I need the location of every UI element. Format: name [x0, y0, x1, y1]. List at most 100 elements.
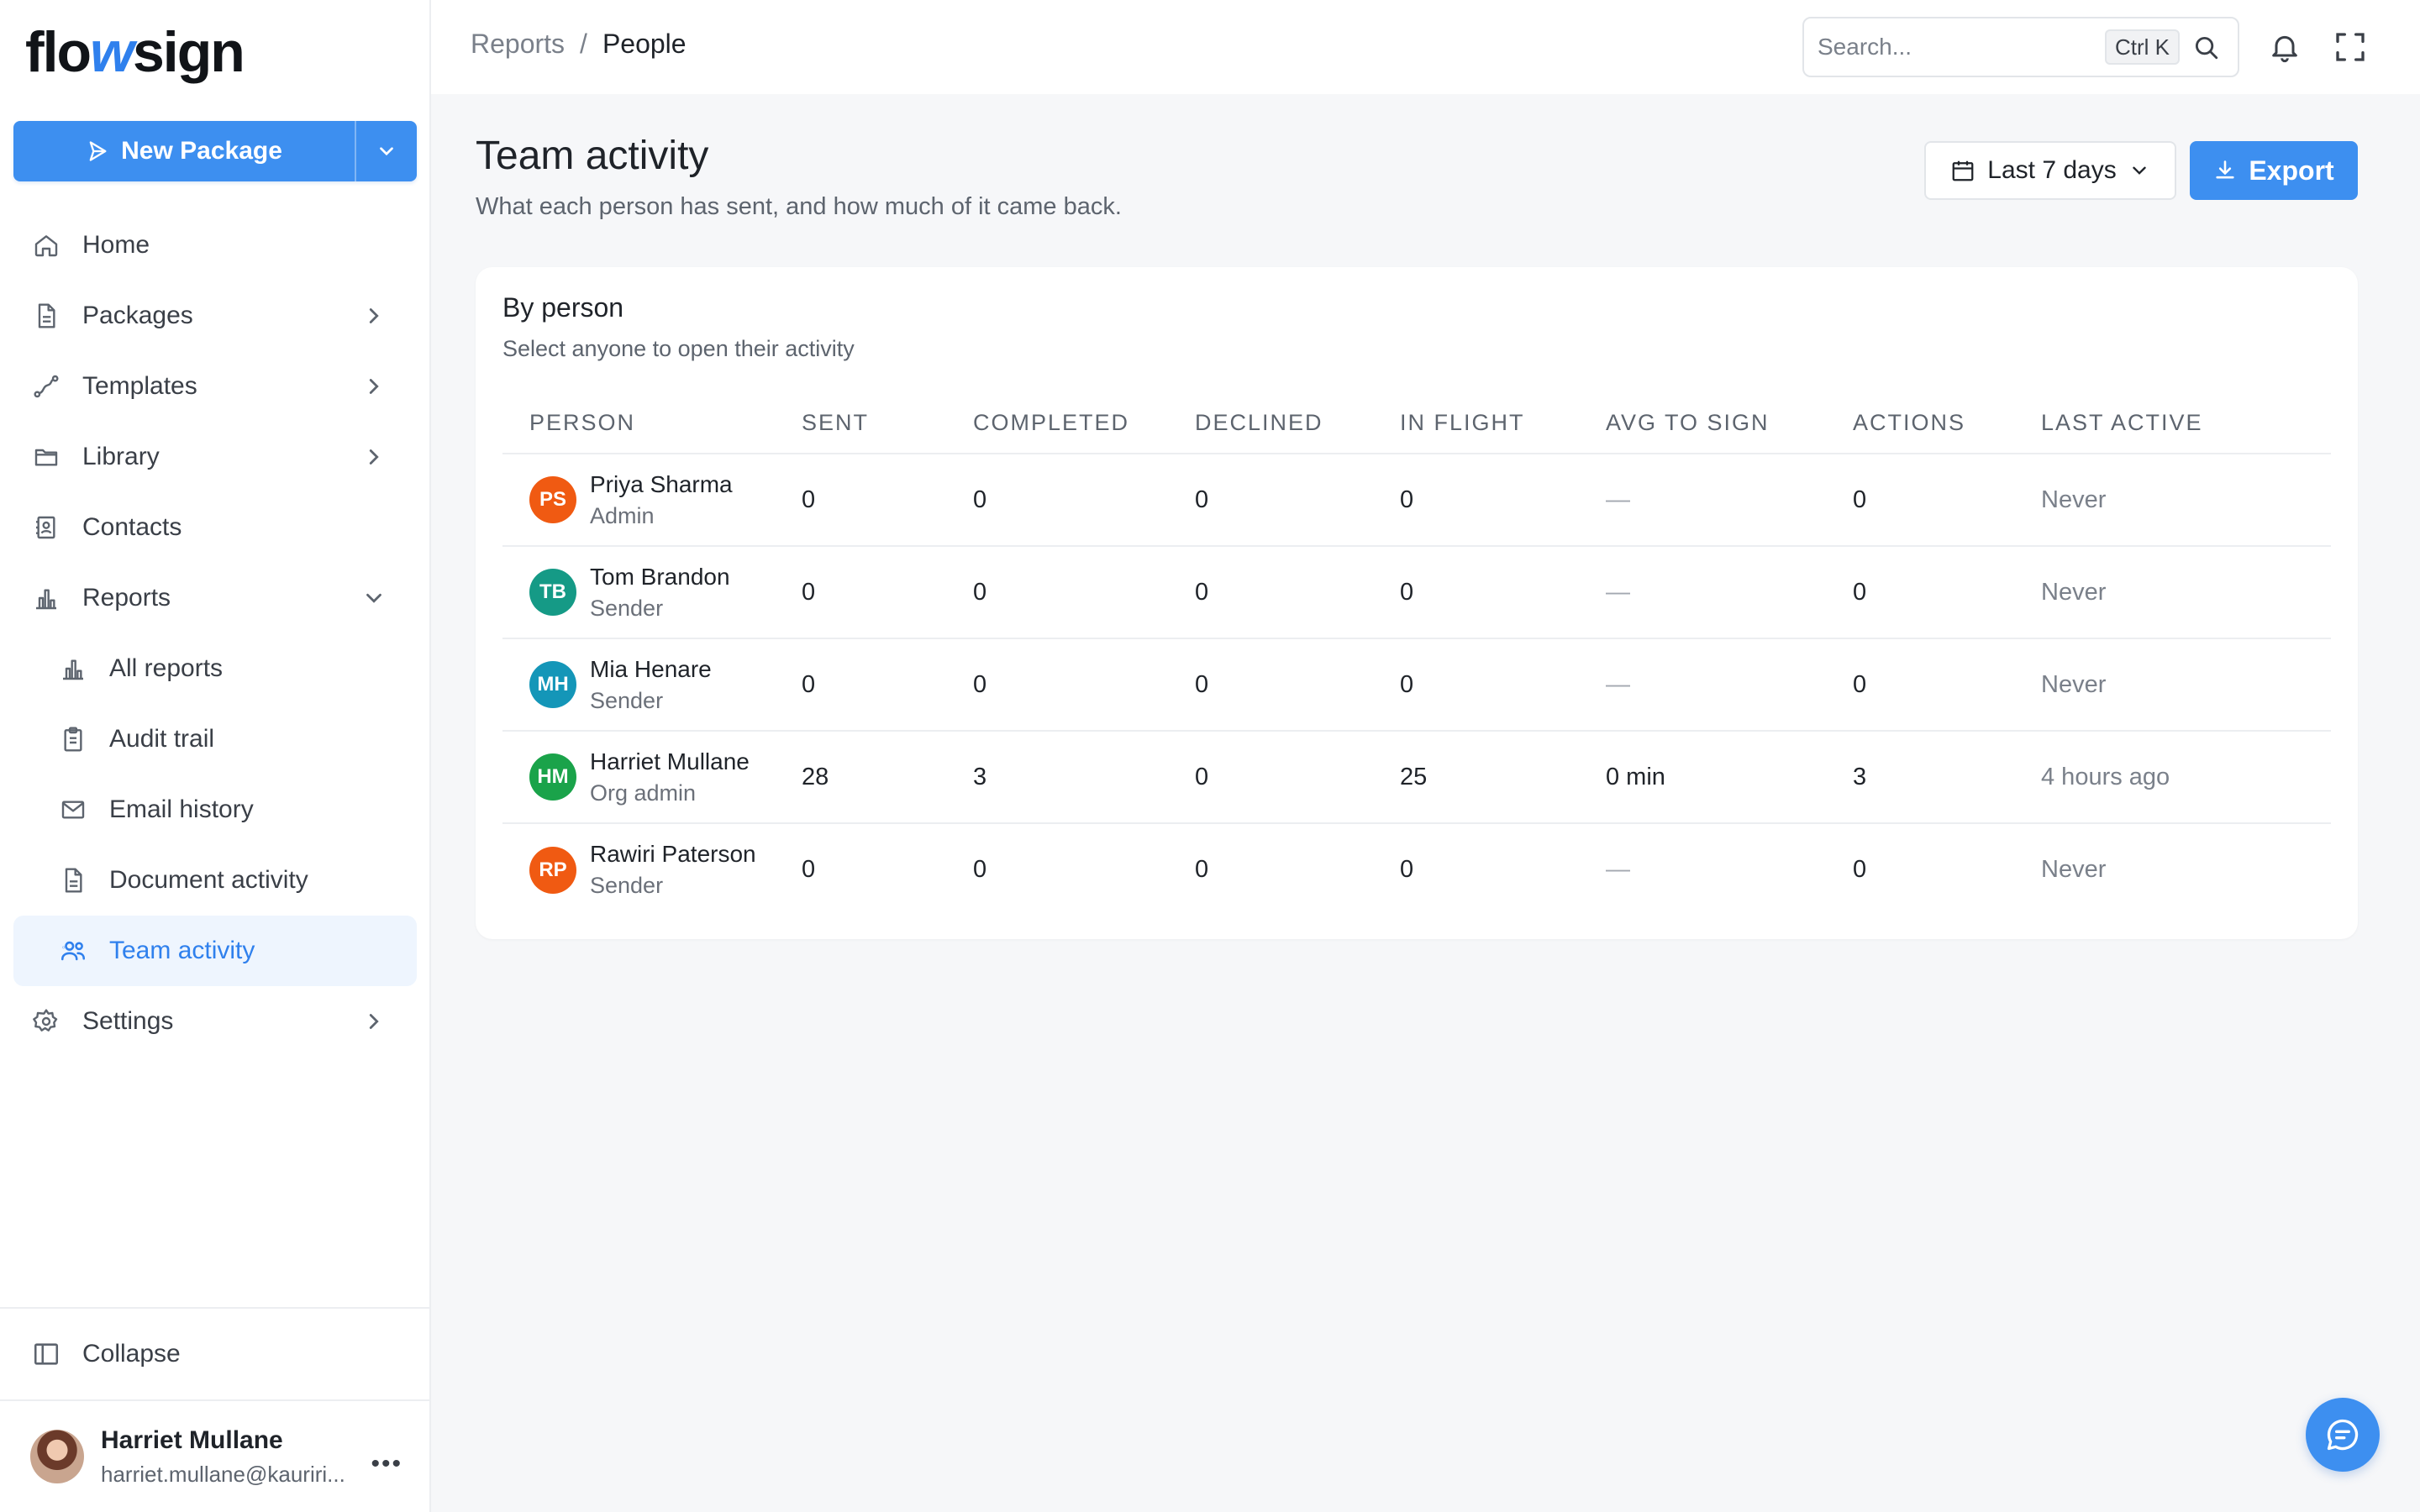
sidebar-item-templates[interactable]: Templates	[13, 351, 417, 422]
sidebar-item-label: Settings	[82, 1007, 174, 1035]
sent-cell: 0	[802, 546, 973, 639]
date-range-label: Last 7 days	[1987, 156, 2117, 184]
send-icon	[89, 141, 107, 161]
sidebar-item-settings[interactable]: Settings	[13, 986, 417, 1057]
sidebar-item-email-history[interactable]: Email history	[13, 774, 417, 845]
breadcrumb-separator: /	[580, 29, 587, 59]
sidebar-item-reports[interactable]: Reports	[13, 563, 417, 633]
top-bar: Reports / People Ctrl K	[431, 0, 2420, 94]
page-title: Team activity	[476, 134, 709, 178]
sidebar-item-team-activity[interactable]: Team activity	[13, 916, 417, 986]
search-shortcut-badge: Ctrl K	[2105, 29, 2180, 65]
sidebar-item-audit-trail[interactable]: Audit trail	[13, 704, 417, 774]
folder-icon	[34, 449, 58, 466]
person-avatar: HM	[529, 753, 576, 801]
declined-cell: 0	[1195, 731, 1400, 824]
in-flight-cell: 0	[1400, 638, 1606, 732]
fullscreen-icon[interactable]	[2333, 30, 2367, 64]
sidebar-item-all-reports[interactable]: All reports	[13, 633, 417, 704]
search-box: Ctrl K	[1802, 17, 2239, 77]
logo-text-3: sign	[132, 20, 245, 84]
sidebar-item-document-activity[interactable]: Document activity	[13, 845, 417, 916]
declined-cell: 0	[1195, 856, 1209, 883]
chevron-right-icon	[369, 449, 379, 465]
breadcrumb: Reports / People	[471, 29, 687, 60]
sidebar-item-library[interactable]: Library	[13, 422, 417, 492]
chevron-down-icon	[2133, 166, 2146, 175]
person-name: Priya Sharma	[590, 470, 733, 497]
avg-to-sign-cell: 0 min	[1606, 731, 1853, 824]
chat-button[interactable]	[2306, 1398, 2380, 1472]
team-activity-table: PERSON SENT COMPLETED DECLINED IN FLIGHT…	[502, 393, 2331, 916]
date-range-select[interactable]: Last 7 days	[1924, 141, 2176, 200]
table-row[interactable]: MH Mia Henare Sender 0 0 0 0—0 Never	[502, 638, 2331, 732]
calendar-icon	[1952, 160, 1974, 181]
person-avatar: MH	[529, 661, 576, 708]
new-package-button[interactable]: New Package	[13, 121, 356, 181]
sent-cell: 0	[802, 454, 973, 547]
new-package-menu-button[interactable]	[356, 121, 417, 181]
collapse-label: Collapse	[82, 1340, 181, 1368]
logo-text-1: flo	[25, 20, 92, 84]
person-role: Sender	[590, 595, 664, 621]
flowsign-logo[interactable]: flo w sign	[25, 18, 245, 86]
clipboard-icon	[64, 727, 82, 752]
chevron-right-icon	[369, 1014, 379, 1029]
user-profile[interactable]: Harriet Mullane harriet.mullane@kauriri.…	[0, 1401, 431, 1512]
sidebar-item-label: Team activity	[109, 937, 255, 964]
sidebar-item-label: Library	[82, 443, 160, 470]
search-input[interactable]	[1818, 34, 2103, 60]
export-label: Export	[2249, 155, 2334, 186]
collapse-sidebar-button[interactable]: Collapse	[0, 1307, 431, 1401]
person-avatar: TB	[529, 569, 576, 616]
in-flight-cell: 0	[1400, 546, 1606, 639]
table-row[interactable]: PS Priya Sharma Admin 0 0 0 0—0 Never	[502, 454, 2331, 547]
column-header-declined: DECLINED	[1195, 393, 1400, 454]
user-name: Harriet Mullane	[101, 1425, 283, 1454]
table-row[interactable]: HM Harriet Mullane Org admin 28 3 0 25 0 min 3 4 …	[502, 731, 2331, 824]
export-button[interactable]: Export	[2190, 141, 2358, 200]
column-header-avg-to-sign: AVG TO SIGN	[1606, 393, 1853, 454]
completed-cell: 3	[973, 731, 1195, 824]
breadcrumb-people: People	[602, 29, 687, 59]
gear-icon	[33, 1009, 58, 1032]
sidebar-toggle-icon	[34, 1343, 59, 1365]
completed-cell: 0	[973, 454, 1195, 547]
actions-cell: 0	[1853, 856, 1867, 883]
actions-cell: 0	[1853, 454, 2041, 547]
column-header-completed: COMPLETED	[973, 393, 1195, 454]
table-row[interactable]: RP Rawiri Paterson Sender 0 0 0 0 — 0 Never	[502, 823, 2331, 916]
actions-cell: 3	[1853, 731, 2041, 824]
chevron-down-icon	[380, 147, 393, 156]
bar-chart-icon	[63, 659, 83, 680]
sent-cell: 0	[802, 856, 816, 883]
sidebar-item-packages[interactable]: Packages	[13, 281, 417, 351]
logo-text-2: w	[90, 20, 134, 84]
sidebar-item-contacts[interactable]: Contacts	[13, 492, 417, 563]
column-header-last-active: LAST ACTIVE	[2041, 393, 2331, 454]
document-icon	[38, 303, 55, 328]
search-icon[interactable]	[2191, 33, 2220, 61]
sidebar-item-home[interactable]: Home	[13, 210, 417, 281]
completed-cell: 0	[973, 856, 987, 883]
notification-bell-icon[interactable]	[2268, 30, 2302, 64]
table-row[interactable]: TB Tom Brandon Sender 0 0 0 0—0 Never	[502, 546, 2331, 639]
sidebar-item-label: All reports	[109, 654, 224, 682]
download-icon	[2216, 160, 2234, 179]
card-title: By person	[502, 292, 624, 323]
person-name: Mia Henare	[590, 655, 712, 682]
avatar	[30, 1430, 84, 1483]
user-email: harriet.mullane@kauriri...	[101, 1461, 345, 1487]
actions-cell: 0	[1853, 638, 2041, 732]
last-active-cell: Never	[2041, 546, 2331, 639]
more-options-icon[interactable]: •••	[371, 1450, 402, 1478]
sidebar-item-label: Document activity	[109, 866, 308, 894]
breadcrumb-reports[interactable]: Reports	[471, 29, 565, 60]
person-role: Admin	[590, 502, 655, 528]
new-package-label: New Package	[121, 137, 282, 165]
declined-cell: 0	[1195, 638, 1400, 732]
in-flight-cell: 0	[1400, 454, 1606, 547]
person-role: Sender	[590, 687, 664, 713]
declined-cell: 0	[1195, 546, 1400, 639]
declined-cell: 0	[1195, 454, 1400, 547]
